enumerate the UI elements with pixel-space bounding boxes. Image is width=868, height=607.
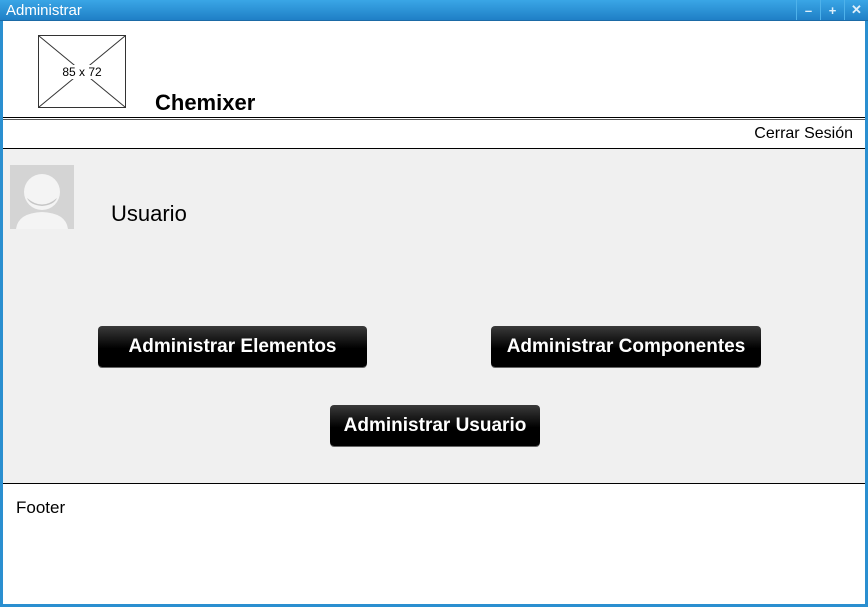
main-panel: Usuario Administrar Elementos Administra… — [3, 149, 865, 484]
page-content: 85 x 72 Chemixer Cerrar Sesión Usuario A… — [3, 21, 865, 604]
logo-image-placeholder: 85 x 72 — [38, 35, 126, 108]
page-header: 85 x 72 Chemixer — [3, 21, 865, 118]
logo-size-label: 85 x 72 — [61, 65, 103, 79]
manage-user-button[interactable]: Administrar Usuario — [330, 405, 540, 446]
minimize-icon[interactable]: – — [796, 0, 820, 20]
maximize-icon[interactable]: + — [820, 0, 844, 20]
nav-bar: Cerrar Sesión — [3, 119, 865, 149]
window-title: Administrar — [6, 2, 82, 19]
title-bar: Administrar – + ✕ — [0, 0, 868, 21]
username-label: Usuario — [111, 201, 187, 226]
manage-elements-button[interactable]: Administrar Elementos — [98, 326, 367, 367]
brand-title: Chemixer — [155, 90, 256, 115]
avatar — [10, 165, 74, 229]
logout-link[interactable]: Cerrar Sesión — [754, 125, 853, 143]
manage-components-button[interactable]: Administrar Componentes — [491, 326, 761, 367]
page-footer: Footer — [3, 485, 865, 604]
close-icon[interactable]: ✕ — [844, 0, 868, 20]
footer-text: Footer — [16, 498, 66, 517]
user-avatar-icon — [10, 165, 74, 229]
app-window: Administrar – + ✕ 85 x 72 Chemixer Cerra… — [0, 0, 868, 607]
window-controls: – + ✕ — [796, 0, 868, 20]
